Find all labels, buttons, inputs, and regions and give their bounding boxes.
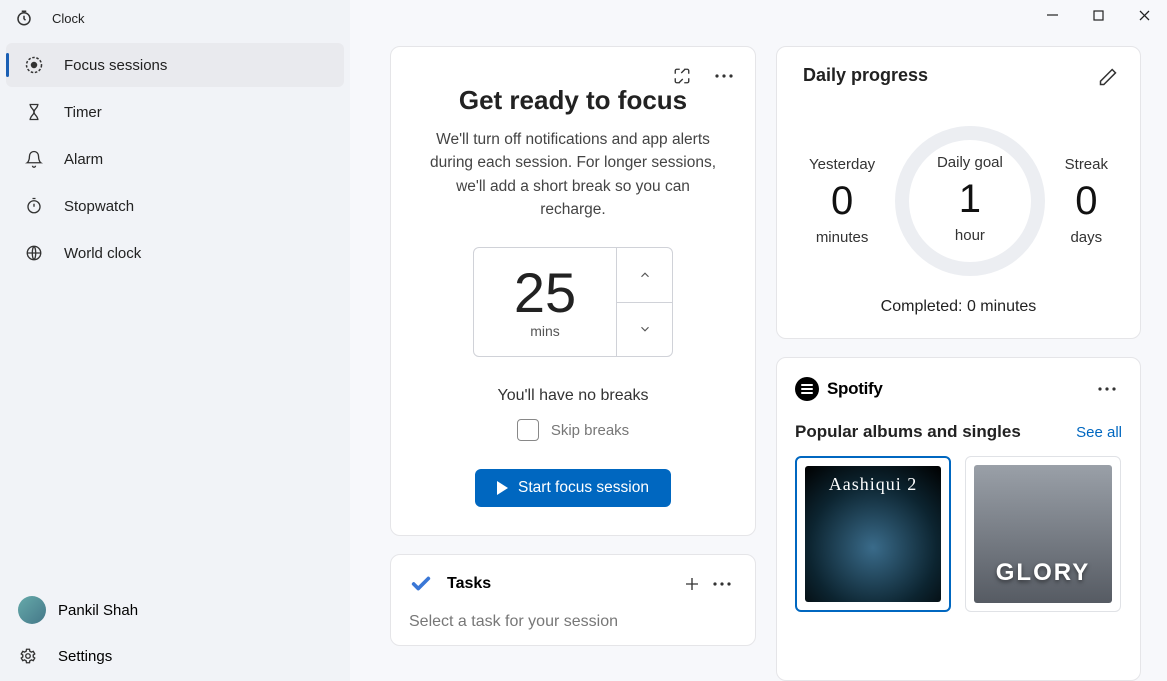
focus-card: Get ready to focus We'll turn off notifi…: [390, 46, 756, 536]
edit-goal-button[interactable]: [1094, 63, 1122, 91]
stat-streak: Streak 0 days: [1065, 156, 1108, 246]
globe-icon: [24, 243, 44, 263]
spotify-section-title: Popular albums and singles: [795, 422, 1021, 442]
sidebar-bottom: Pankil Shah Settings: [0, 587, 350, 681]
spotify-icon: [795, 377, 819, 401]
tasks-card: Tasks Select a task for your session: [390, 554, 756, 646]
nav-world-clock[interactable]: World clock: [6, 231, 344, 275]
content: Get ready to focus We'll turn off notifi…: [350, 0, 1167, 681]
breaks-info: You'll have no breaks: [423, 387, 723, 405]
duration-value: 25: [514, 265, 576, 321]
bell-icon: [24, 149, 44, 169]
nav-timer[interactable]: Timer: [6, 90, 344, 134]
avatar: [18, 596, 46, 624]
skip-breaks-label: Skip breaks: [551, 422, 629, 439]
tasks-placeholder[interactable]: Select a task for your session: [409, 613, 737, 631]
nav-label: Stopwatch: [64, 198, 134, 215]
gear-icon: [18, 646, 38, 666]
window-controls: [1029, 0, 1167, 30]
spotify-more-button[interactable]: [1092, 374, 1122, 404]
clock-app-icon: [14, 8, 34, 28]
nav-label: World clock: [64, 245, 141, 262]
decrement-button[interactable]: [617, 303, 672, 357]
daily-progress-card: Daily progress Yesterday 0 minutes Daily…: [776, 46, 1141, 339]
album-item[interactable]: GLORY: [965, 456, 1121, 612]
minimize-button[interactable]: [1029, 0, 1075, 30]
add-task-button[interactable]: [677, 569, 707, 599]
increment-button[interactable]: [617, 248, 672, 303]
stat-daily-goal: Daily goal 1 hour: [895, 126, 1045, 276]
nav-label: Timer: [64, 104, 102, 121]
user-name: Pankil Shah: [58, 602, 138, 619]
daily-progress-title: Daily progress: [803, 65, 1114, 86]
duration-unit: mins: [530, 323, 560, 339]
duration-stepper: 25 mins: [473, 247, 673, 357]
album-item[interactable]: Aashiqui 2: [795, 456, 951, 612]
main: Get ready to focus We'll turn off notifi…: [350, 0, 1167, 681]
target-icon: [24, 55, 44, 75]
start-focus-button[interactable]: Start focus session: [475, 469, 671, 507]
app-title: Clock: [52, 11, 85, 26]
stopwatch-icon: [24, 196, 44, 216]
nav-label: Focus sessions: [64, 57, 167, 74]
completed-text: Completed: 0 minutes: [803, 298, 1114, 316]
spotify-brand: Spotify: [827, 379, 883, 399]
stat-yesterday: Yesterday 0 minutes: [809, 156, 875, 246]
spotify-logo: Spotify: [795, 377, 883, 401]
nav-label: Alarm: [64, 151, 103, 168]
settings-button[interactable]: Settings: [0, 633, 350, 679]
play-icon: [497, 481, 508, 495]
collapse-button[interactable]: [667, 61, 697, 91]
close-button[interactable]: [1121, 0, 1167, 30]
start-label: Start focus session: [518, 479, 649, 497]
duration-display: 25 mins: [474, 248, 616, 356]
hourglass-icon: [24, 102, 44, 122]
nav-focus-sessions[interactable]: Focus sessions: [6, 43, 344, 87]
spotify-card: Spotify Popular albums and singles See a…: [776, 357, 1141, 681]
see-all-link[interactable]: See all: [1076, 424, 1122, 441]
tasks-title: Tasks: [447, 575, 677, 593]
nav: Focus sessions Timer Alarm Stopwatch Wor…: [0, 36, 350, 587]
todo-icon: [409, 572, 433, 596]
skip-breaks-checkbox[interactable]: [517, 419, 539, 441]
account-button[interactable]: Pankil Shah: [0, 587, 350, 633]
tasks-more-button[interactable]: [707, 569, 737, 599]
titlebar: Clock: [0, 0, 350, 36]
album-art: Aashiqui 2: [805, 466, 941, 602]
settings-label: Settings: [58, 648, 112, 665]
more-button[interactable]: [709, 61, 739, 91]
nav-alarm[interactable]: Alarm: [6, 137, 344, 181]
nav-stopwatch[interactable]: Stopwatch: [6, 184, 344, 228]
focus-description: We'll turn off notifications and app ale…: [423, 128, 723, 221]
maximize-button[interactable]: [1075, 0, 1121, 30]
album-art: GLORY: [974, 465, 1112, 603]
sidebar: Clock Focus sessions Timer Alarm Stopwat…: [0, 0, 350, 681]
